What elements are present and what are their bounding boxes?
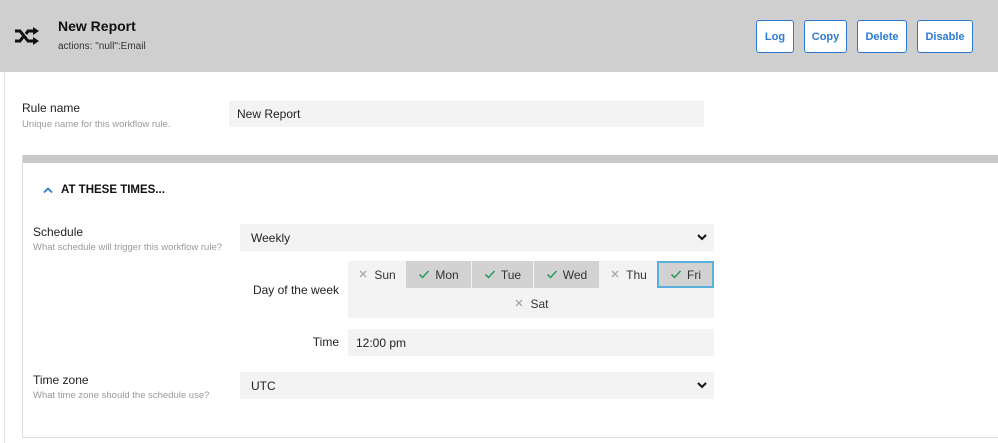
day-label: Tue bbox=[500, 267, 522, 282]
rule-header: New Report actions: "null":Email Log Cop… bbox=[0, 0, 998, 72]
log-button[interactable]: Log bbox=[756, 20, 794, 53]
time-zone-help: What time zone should the schedule use? bbox=[33, 390, 210, 401]
day-toggle-fri[interactable]: Fri bbox=[657, 261, 714, 288]
schedule-section: AT THESE TIMES... Schedule What schedule… bbox=[22, 155, 998, 438]
time-zone-value: UTC bbox=[251, 378, 276, 393]
section-divider bbox=[23, 155, 998, 163]
check-icon bbox=[546, 269, 558, 280]
check-icon bbox=[484, 269, 496, 280]
x-icon bbox=[357, 269, 369, 280]
chevron-up-icon bbox=[43, 187, 53, 194]
day-toggle-sun[interactable]: Sun bbox=[348, 261, 405, 288]
day-toggle-tue[interactable]: Tue bbox=[472, 261, 533, 288]
rule-name-help: Unique name for this workflow rule. bbox=[22, 119, 171, 130]
time-zone-select[interactable]: UTC bbox=[240, 372, 714, 399]
chevron-down-icon bbox=[697, 234, 707, 241]
time-zone-label: Time zone bbox=[33, 373, 89, 387]
section-toggle[interactable]: AT THESE TIMES... bbox=[43, 184, 165, 196]
day-label: Sun bbox=[374, 267, 396, 282]
delete-button[interactable]: Delete bbox=[857, 20, 907, 53]
rule-name-label: Rule name bbox=[22, 101, 81, 115]
day-toggle-sat[interactable]: Sat bbox=[503, 290, 559, 317]
chevron-down-icon bbox=[697, 382, 707, 389]
header-actions: Log Copy Delete Disable bbox=[756, 20, 973, 53]
schedule-help: What schedule will trigger this workflow… bbox=[33, 242, 223, 253]
schedule-label: Schedule bbox=[33, 225, 84, 239]
x-icon bbox=[513, 298, 525, 309]
disable-button[interactable]: Disable bbox=[917, 20, 973, 53]
day-label: Fri bbox=[687, 267, 701, 282]
day-label: Sat bbox=[530, 296, 549, 311]
schedule-value: Weekly bbox=[251, 230, 291, 245]
check-icon bbox=[418, 269, 430, 280]
day-toggle-mon[interactable]: Mon bbox=[406, 261, 471, 288]
day-toggle-thu[interactable]: Thu bbox=[600, 261, 656, 288]
day-label: Wed bbox=[562, 267, 588, 282]
page-title: New Report bbox=[58, 18, 136, 34]
copy-button[interactable]: Copy bbox=[804, 20, 847, 53]
section-heading: AT THESE TIMES... bbox=[61, 184, 165, 196]
day-of-week-picker: Sun Mon Tue Wed Thu Fri Sat bbox=[348, 261, 714, 318]
x-icon bbox=[609, 269, 621, 280]
day-label: Thu bbox=[626, 267, 647, 282]
day-label: Mon bbox=[435, 267, 459, 282]
time-input[interactable]: 12:00 pm bbox=[348, 329, 714, 356]
shuffle-icon bbox=[15, 27, 39, 45]
schedule-select[interactable]: Weekly bbox=[240, 224, 714, 251]
day-toggle-wed[interactable]: Wed bbox=[534, 261, 599, 288]
time-label: Time bbox=[312, 335, 339, 349]
rule-form: Rule name Unique name for this workflow … bbox=[4, 72, 998, 443]
rule-name-input[interactable] bbox=[229, 101, 704, 127]
day-of-week-label: Day of the week bbox=[252, 283, 339, 297]
rule-actions-summary: actions: "null":Email bbox=[58, 41, 146, 52]
check-icon bbox=[670, 269, 682, 280]
